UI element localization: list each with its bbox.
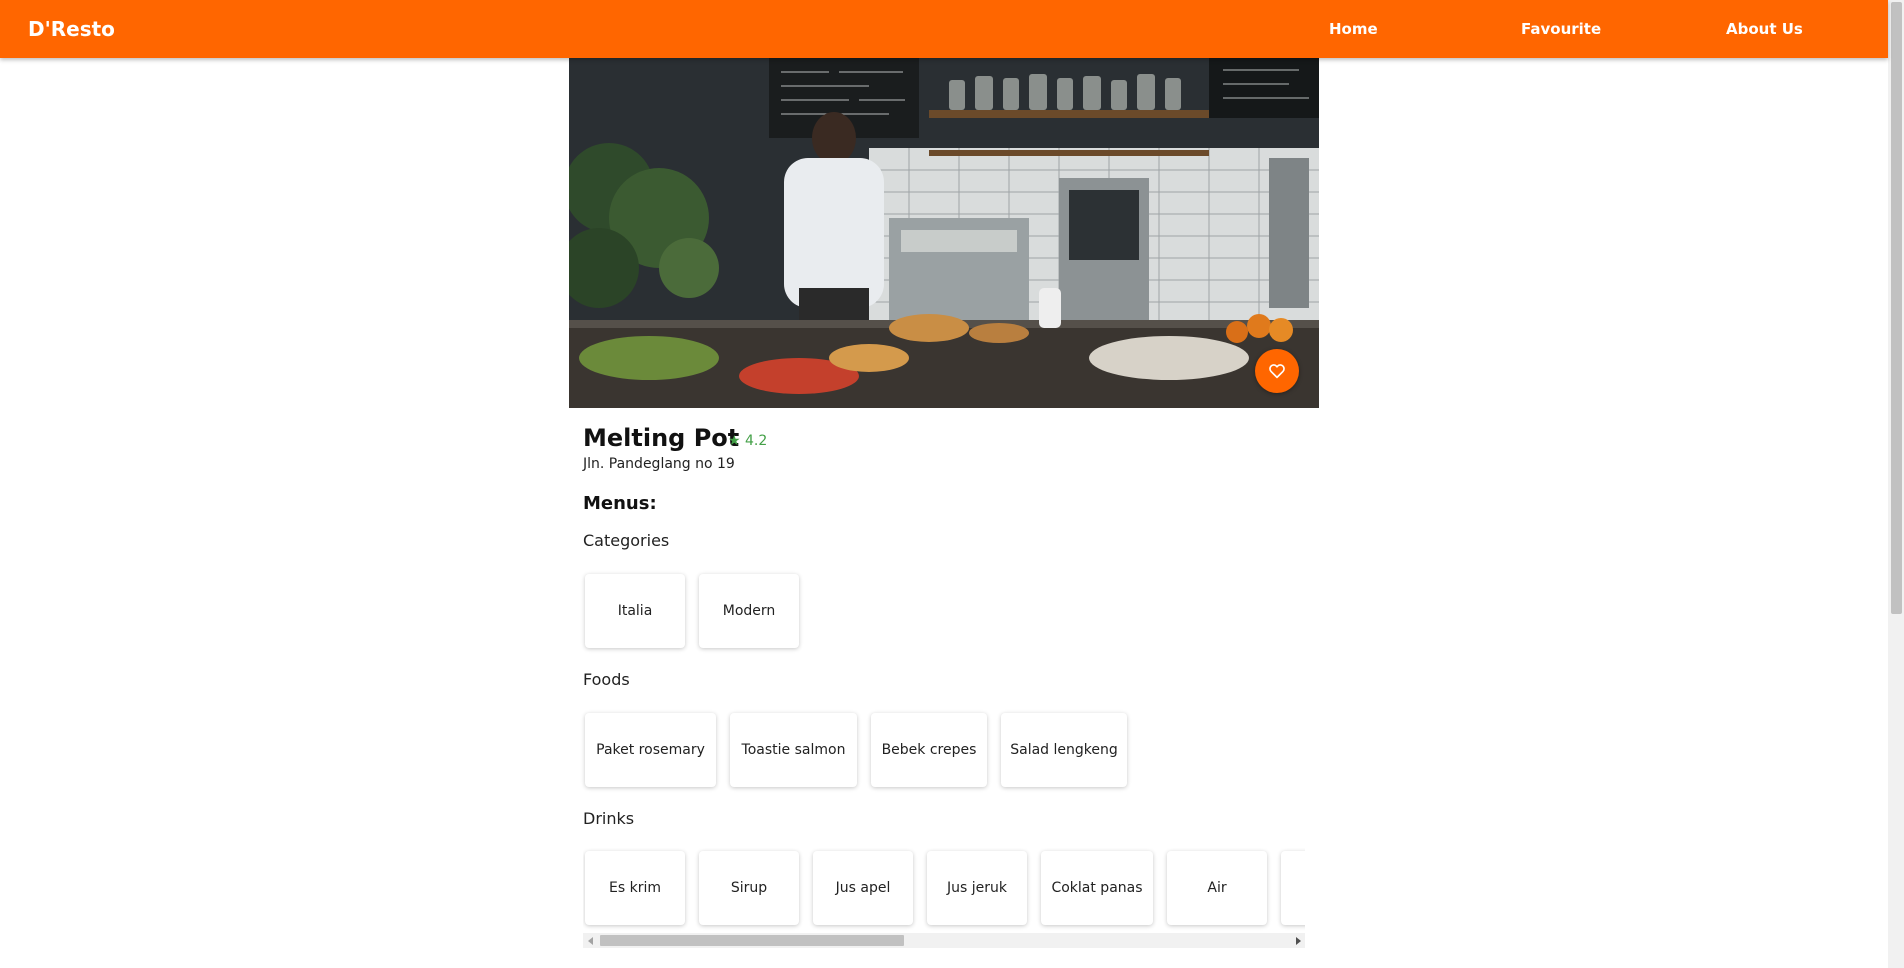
favourite-button[interactable] — [1255, 349, 1299, 393]
drink-chip[interactable]: Jus apel — [813, 851, 913, 925]
cafe-interior-illustration — [569, 58, 1319, 408]
drinks-label: Drinks — [583, 809, 635, 828]
food-chip[interactable]: Toastie salmon — [730, 713, 857, 787]
drink-chip[interactable]: Jus jeruk — [927, 851, 1027, 925]
restaurant-image — [569, 58, 1319, 408]
nav-about-us-link[interactable]: About Us — [1726, 0, 1803, 58]
category-chip[interactable]: Modern — [699, 574, 799, 648]
menus-heading: Menus: — [583, 493, 657, 514]
nav-favourite-link[interactable]: Favourite — [1521, 0, 1601, 58]
scroll-left-arrow-icon[interactable] — [583, 933, 598, 948]
nav-home-link[interactable]: Home — [1329, 0, 1378, 58]
rating-badge: ★ 4.2 — [728, 433, 768, 449]
food-chip[interactable]: Salad lengkeng — [1001, 713, 1127, 787]
food-chip[interactable]: Bebek crepes — [871, 713, 987, 787]
brand-logo[interactable]: D'Resto — [28, 0, 115, 58]
restaurant-name: Melting Pot — [583, 424, 740, 452]
page-scrollbar-thumb[interactable] — [1891, 2, 1902, 614]
restaurant-address: Jln. Pandeglang no 19 — [583, 456, 735, 472]
drinks-list[interactable]: Es krim Sirup Jus apel Jus jeruk Coklat … — [583, 848, 1305, 938]
drink-chip[interactable]: Sirup — [699, 851, 799, 925]
food-chip[interactable]: Paket rosemary — [585, 713, 716, 787]
drink-chip[interactable]: Coklat panas — [1041, 851, 1153, 925]
drink-chip[interactable] — [1281, 851, 1305, 925]
heart-outline-icon — [1268, 362, 1286, 380]
foods-label: Foods — [583, 670, 630, 689]
categories-label: Categories — [583, 531, 670, 550]
drink-chip[interactable]: Es krim — [585, 851, 685, 925]
scroll-right-arrow-icon[interactable] — [1290, 933, 1305, 948]
category-chip[interactable]: Italia — [585, 574, 685, 648]
drink-chip[interactable]: Air — [1167, 851, 1267, 925]
app-bar: D'Resto Home Favourite About Us — [0, 0, 1888, 58]
page-scrollbar[interactable] — [1888, 0, 1904, 968]
drinks-scrollbar-thumb[interactable] — [600, 935, 904, 946]
drinks-scrollbar[interactable] — [583, 933, 1305, 948]
